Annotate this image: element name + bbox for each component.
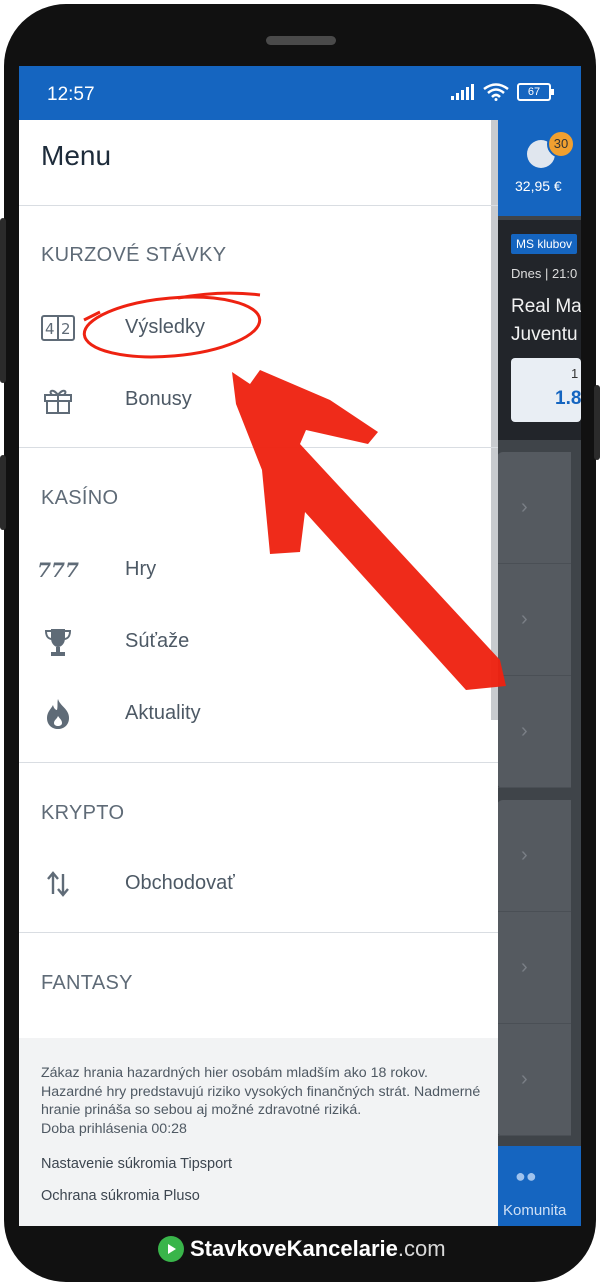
menu-item-news[interactable]: Aktuality bbox=[19, 684, 498, 744]
drawer-footer: Zákaz hrania hazardných hier osobám mlad… bbox=[19, 1038, 498, 1226]
nav-community-label[interactable]: Komunita bbox=[503, 1202, 566, 1219]
chevron-right-icon: › bbox=[521, 720, 528, 742]
bg-list-group: › › › bbox=[497, 800, 571, 1136]
wifi-icon bbox=[483, 83, 509, 101]
menu-label-results: Výsledky bbox=[125, 316, 206, 338]
divider bbox=[19, 205, 498, 206]
battery-icon: 67 bbox=[517, 83, 554, 101]
team-away: Juventu bbox=[511, 324, 578, 345]
menu-label-competitions: Súťaže bbox=[125, 630, 190, 652]
list-item[interactable]: › bbox=[497, 452, 571, 564]
menu-label-bonuses: Bonusy bbox=[125, 388, 192, 410]
menu-label-trade: Obchodovať bbox=[125, 872, 235, 894]
trophy-icon bbox=[41, 626, 75, 658]
session-duration: Doba prihlásenia 00:28 bbox=[41, 1120, 187, 1137]
chevron-right-icon: › bbox=[521, 1068, 528, 1090]
status-icons: 67 bbox=[451, 83, 554, 101]
divider bbox=[19, 932, 498, 933]
watermark-text: StavkoveKancelarie.com bbox=[190, 1236, 446, 1262]
drawer-title: Menu bbox=[41, 140, 112, 171]
team-home: Real Ma bbox=[511, 296, 581, 317]
play-icon bbox=[158, 1236, 184, 1262]
menu-item-results[interactable]: 4 2 Výsledky bbox=[19, 298, 498, 358]
slot-777-icon: 777 bbox=[37, 554, 79, 586]
navigation-drawer: Menu KURZOVÉ STÁVKY 4 2 Výsledky Bonusy … bbox=[19, 120, 498, 1226]
section-heading-crypto: KRYPTO bbox=[41, 802, 125, 824]
section-heading-fantasy[interactable]: FANTASY bbox=[41, 972, 133, 995]
list-item[interactable]: › bbox=[497, 912, 571, 1024]
side-key bbox=[594, 385, 600, 460]
gambling-disclaimer: Zákaz hrania hazardných hier osobám mlad… bbox=[41, 1064, 481, 1138]
up-down-arrows-icon bbox=[41, 868, 75, 900]
chevron-right-icon: › bbox=[521, 608, 528, 630]
menu-label-news: Aktuality bbox=[125, 702, 201, 724]
status-time: 12:57 bbox=[47, 84, 95, 105]
odd-value: 1.8 bbox=[555, 388, 581, 409]
volume-button bbox=[0, 218, 6, 383]
list-item[interactable]: › bbox=[497, 800, 571, 912]
divider bbox=[19, 762, 498, 763]
gift-icon bbox=[41, 384, 75, 416]
list-item[interactable]: › bbox=[497, 564, 571, 676]
earpiece-speaker bbox=[266, 36, 336, 45]
menu-item-games[interactable]: 777 Hry bbox=[19, 540, 498, 600]
signal-icon bbox=[451, 84, 474, 100]
menu-item-trade[interactable]: Obchodovať bbox=[19, 854, 498, 914]
background-app: 30 32,95 € MS klubov Dnes | 21:0 Real Ma… bbox=[497, 120, 581, 1226]
bg-header: 30 32,95 € bbox=[497, 120, 581, 216]
list-item[interactable]: › bbox=[497, 676, 571, 788]
svg-text:2: 2 bbox=[61, 320, 71, 338]
status-bar: 12:57 67 bbox=[19, 66, 581, 120]
bottom-nav: ●● Komunita bbox=[497, 1146, 581, 1226]
power-button bbox=[0, 455, 6, 530]
svg-text:4: 4 bbox=[45, 320, 55, 338]
chevron-right-icon: › bbox=[521, 956, 528, 978]
notification-badge: 30 bbox=[547, 130, 575, 158]
watermark-main: StavkoveKancelarie bbox=[190, 1236, 398, 1261]
match-date: Dnes | 21:0 bbox=[511, 266, 578, 281]
flame-icon bbox=[41, 698, 75, 730]
account-balance: 32,95 € bbox=[515, 178, 562, 194]
slot-777-glyph: 777 bbox=[37, 558, 79, 582]
bg-match-card[interactable]: MS klubov Dnes | 21:0 Real Ma Juventu 1 … bbox=[497, 220, 581, 440]
menu-label-games: Hry bbox=[125, 558, 157, 580]
scoreboard-icon: 4 2 bbox=[41, 312, 75, 344]
list-item[interactable]: › bbox=[497, 1024, 571, 1136]
odd-label: 1 bbox=[571, 366, 579, 381]
section-heading-casino: KASÍNO bbox=[41, 487, 119, 509]
divider bbox=[19, 447, 498, 448]
menu-item-competitions[interactable]: Súťaže bbox=[19, 612, 498, 672]
chevron-right-icon: › bbox=[521, 496, 528, 518]
phone-screen: 12:57 67 30 32,95 € MS klubov Dnes | 21: bbox=[19, 66, 581, 1226]
privacy-policy-link[interactable]: Ochrana súkromia Pluso bbox=[41, 1188, 200, 1204]
section-heading-sports-betting: KURZOVÉ STÁVKY bbox=[41, 244, 227, 266]
privacy-settings-link[interactable]: Nastavenie súkromia Tipsport bbox=[41, 1156, 232, 1172]
menu-item-bonuses[interactable]: Bonusy bbox=[19, 370, 498, 430]
bg-list-group: › › › bbox=[497, 452, 571, 788]
league-tag: MS klubov bbox=[511, 234, 578, 254]
watermark-tld: .com bbox=[397, 1236, 446, 1261]
community-icon[interactable]: ●● bbox=[515, 1166, 537, 1187]
odd-button[interactable]: 1 1.8 bbox=[511, 358, 581, 422]
chevron-right-icon: › bbox=[521, 844, 528, 866]
watermark: StavkoveKancelarie.com bbox=[158, 1236, 446, 1262]
disclaimer-text: Zákaz hrania hazardných hier osobám mlad… bbox=[41, 1065, 481, 1118]
